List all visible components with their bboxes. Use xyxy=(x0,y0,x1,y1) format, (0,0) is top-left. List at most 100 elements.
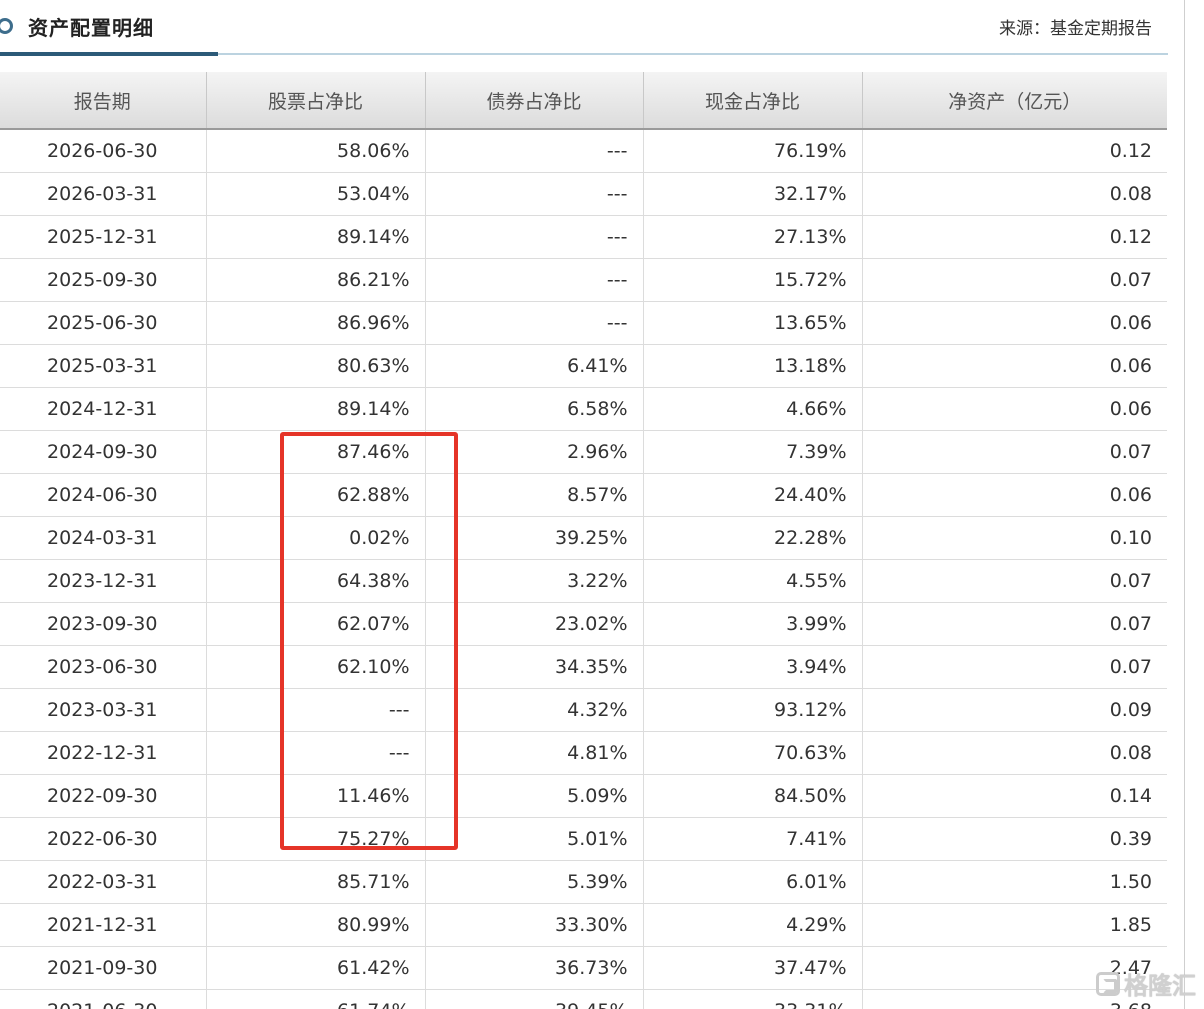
bond-ratio-cell: --- xyxy=(425,129,644,173)
report-period-cell: 2021-06-30 xyxy=(0,989,207,1009)
table-row[interactable]: 2026-03-31 53.04% --- 32.17% 0.08 xyxy=(0,172,1167,216)
column-header-stock-ratio[interactable]: 股票占净比 xyxy=(206,72,426,130)
table-row[interactable]: 2024-12-31 89.14% 6.58% 4.66% 0.06 xyxy=(0,387,1167,431)
report-period-cell: 2023-06-30 xyxy=(0,645,207,689)
report-period-cell: 2022-03-31 xyxy=(0,860,207,904)
cash-ratio-cell: 13.65% xyxy=(643,301,863,345)
table-row[interactable]: 2024-09-30 87.46% 2.96% 7.39% 0.07 xyxy=(0,430,1167,474)
table-body: 2026-06-30 58.06% --- 76.19% 0.12 2026-03-31 5… xyxy=(0,129,1167,1009)
bond-ratio-cell: 6.58% xyxy=(425,387,644,431)
table-row[interactable]: 2023-09-30 62.07% 23.02% 3.99% 0.07 xyxy=(0,602,1167,646)
page-frame-border xyxy=(1184,0,1185,1009)
watermark: 格隆汇 xyxy=(1096,966,1196,1001)
table-row[interactable]: 2021-06-3061.74%39.45%33.31%3.68 xyxy=(0,989,1167,1009)
cash-ratio-cell: 3.94% xyxy=(643,645,863,689)
cash-ratio-cell: 3.99% xyxy=(643,602,863,646)
stock-ratio-cell: 86.96% xyxy=(206,301,426,345)
cash-ratio-cell: 24.40% xyxy=(643,473,863,517)
bond-ratio-cell: 33.30% xyxy=(425,903,644,947)
asset-allocation-table: 报告期 股票占净比 债券占净比 现金占净比 净资产（亿元） 2026-06-30… xyxy=(0,72,1167,1009)
panel-title: 资产配置明细 xyxy=(28,16,154,40)
cash-ratio-cell: 37.47% xyxy=(643,946,863,990)
net-assets-cell: 0.06 xyxy=(862,387,1167,431)
table-row[interactable]: 2025-06-30 86.96% --- 13.65% 0.06 xyxy=(0,301,1167,345)
report-period-cell: 2025-12-31 xyxy=(0,215,207,259)
table-row[interactable]: 2025-03-31 80.63% 6.41% 13.18% 0.06 xyxy=(0,344,1167,388)
circle-bullet-icon xyxy=(0,18,13,34)
bond-ratio-cell: 5.39% xyxy=(425,860,644,904)
cash-ratio-cell: 76.19% xyxy=(643,129,863,173)
cash-ratio-cell: 93.12% xyxy=(643,688,863,732)
net-assets-cell: 0.09 xyxy=(862,688,1167,732)
bond-ratio-cell: 36.73% xyxy=(425,946,644,990)
stock-ratio-cell: 89.14% xyxy=(206,387,426,431)
table-row[interactable]: 2026-06-30 58.06% --- 76.19% 0.12 xyxy=(0,129,1167,173)
table-row[interactable]: 2022-09-30 11.46% 5.09% 84.50% 0.14 xyxy=(0,774,1167,818)
cash-ratio-cell: 4.29% xyxy=(643,903,863,947)
watermark-text: 格隆汇 xyxy=(1124,972,1196,1000)
net-assets-cell: 0.12 xyxy=(862,129,1167,173)
cash-ratio-cell: 27.13% xyxy=(643,215,863,259)
cash-ratio-cell: 4.66% xyxy=(643,387,863,431)
report-period-cell: 2026-06-30 xyxy=(0,129,207,173)
table-row[interactable]: 2023-06-30 62.10% 34.35% 3.94% 0.07 xyxy=(0,645,1167,689)
stock-ratio-cell: 64.38% xyxy=(206,559,426,603)
report-period-cell: 2025-03-31 xyxy=(0,344,207,388)
table-row[interactable]: 2022-06-30 75.27% 5.01% 7.41% 0.39 xyxy=(0,817,1167,861)
column-header-net-assets[interactable]: 净资产（亿元） xyxy=(862,72,1167,130)
report-period-cell: 2023-09-30 xyxy=(0,602,207,646)
cash-ratio-cell: 6.01% xyxy=(643,860,863,904)
net-assets-cell: 0.07 xyxy=(862,559,1167,603)
column-header-report-period[interactable]: 报告期 xyxy=(0,72,207,130)
stock-ratio-cell: 85.71% xyxy=(206,860,426,904)
table-row[interactable]: 2022-03-31 85.71% 5.39% 6.01% 1.50 xyxy=(0,860,1167,904)
stock-ratio-cell: 89.14% xyxy=(206,215,426,259)
stock-ratio-cell: 62.88% xyxy=(206,473,426,517)
column-header-cash-ratio[interactable]: 现金占净比 xyxy=(643,72,863,130)
table-row[interactable]: 2025-12-31 89.14% --- 27.13% 0.12 xyxy=(0,215,1167,259)
table-row[interactable]: 2024-06-30 62.88% 8.57% 24.40% 0.06 xyxy=(0,473,1167,517)
panel-header: 资产配置明细 来源：基金定期报告 xyxy=(0,0,1168,56)
stock-ratio-cell: 62.10% xyxy=(206,645,426,689)
net-assets-cell: 0.14 xyxy=(862,774,1167,818)
watermark-logo-icon xyxy=(1096,971,1120,996)
table-header-row: 报告期 股票占净比 债券占净比 现金占净比 净资产（亿元） xyxy=(0,72,1167,130)
net-assets-cell: 0.07 xyxy=(862,645,1167,689)
bond-ratio-cell: 2.96% xyxy=(425,430,644,474)
cash-ratio-cell: 22.28% xyxy=(643,516,863,560)
cash-ratio-cell: 84.50% xyxy=(643,774,863,818)
stock-ratio-cell: 53.04% xyxy=(206,172,426,216)
net-assets-cell: 0.08 xyxy=(862,731,1167,775)
report-period-cell: 2024-09-30 xyxy=(0,430,207,474)
column-header-bond-ratio[interactable]: 债券占净比 xyxy=(425,72,644,130)
net-assets-cell: 1.50 xyxy=(862,860,1167,904)
bond-ratio-cell: 39.25% xyxy=(425,516,644,560)
bond-ratio-cell: --- xyxy=(425,172,644,216)
bond-ratio-cell: --- xyxy=(425,215,644,259)
net-assets-cell: 0.06 xyxy=(862,301,1167,345)
bond-ratio-cell: 5.09% xyxy=(425,774,644,818)
stock-ratio-cell: 61.42% xyxy=(206,946,426,990)
cash-ratio-cell: 70.63% xyxy=(643,731,863,775)
bond-ratio-cell: --- xyxy=(425,258,644,302)
table-row[interactable]: 2023-03-31 --- 4.32% 93.12% 0.09 xyxy=(0,688,1167,732)
bond-ratio-cell: 23.02% xyxy=(425,602,644,646)
bond-ratio-cell: 8.57% xyxy=(425,473,644,517)
report-period-cell: 2025-06-30 xyxy=(0,301,207,345)
stock-ratio-cell: 61.74% xyxy=(206,989,426,1009)
stock-ratio-cell: 75.27% xyxy=(206,817,426,861)
table-row[interactable]: 2021-09-30 61.42% 36.73% 37.47% 2.47 xyxy=(0,946,1167,990)
report-period-cell: 2024-12-31 xyxy=(0,387,207,431)
report-period-cell: 2022-09-30 xyxy=(0,774,207,818)
net-assets-cell: 0.06 xyxy=(862,344,1167,388)
cash-ratio-cell: 7.39% xyxy=(643,430,863,474)
stock-ratio-cell: 58.06% xyxy=(206,129,426,173)
cash-ratio-cell: 33.31% xyxy=(643,989,863,1009)
table-row[interactable]: 2022-12-31 --- 4.81% 70.63% 0.08 xyxy=(0,731,1167,775)
table-row[interactable]: 2021-12-31 80.99% 33.30% 4.29% 1.85 xyxy=(0,903,1167,947)
cash-ratio-cell: 15.72% xyxy=(643,258,863,302)
table-row[interactable]: 2024-03-31 0.02% 39.25% 22.28% 0.10 xyxy=(0,516,1167,560)
table-row[interactable]: 2025-09-30 86.21% --- 15.72% 0.07 xyxy=(0,258,1167,302)
report-period-cell: 2023-03-31 xyxy=(0,688,207,732)
table-row[interactable]: 2023-12-31 64.38% 3.22% 4.55% 0.07 xyxy=(0,559,1167,603)
